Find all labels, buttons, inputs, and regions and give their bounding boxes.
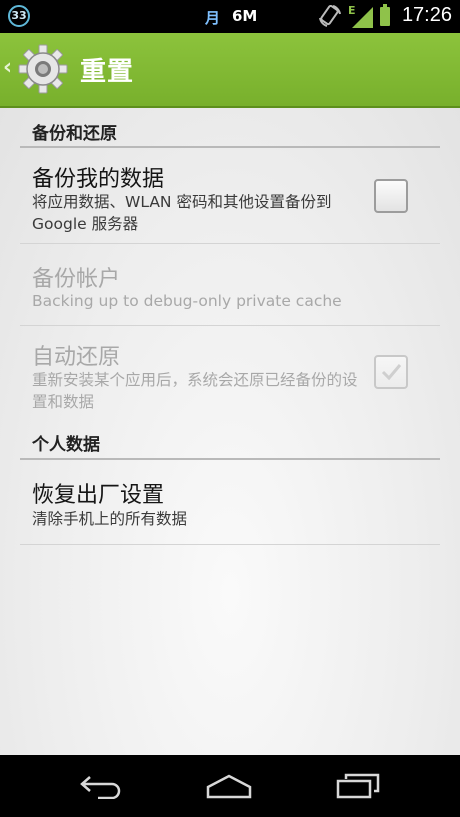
- navigation-bar: [0, 755, 460, 817]
- section-header-backup: 备份和还原: [32, 124, 117, 144]
- section-divider: [20, 146, 440, 148]
- divider: [20, 325, 440, 326]
- item-title: 备份帐户: [32, 267, 121, 292]
- item-subtitle: 清除手机上的所有数据: [32, 510, 188, 528]
- item-subtitle: 将应用数据、WLAN 密码和其他设置备份到 Google 服务器: [32, 193, 332, 233]
- action-bar: ‹ 重置: [0, 33, 460, 108]
- section-divider: [20, 458, 440, 460]
- item-title: 自动还原: [32, 345, 121, 370]
- rotate-icon: [319, 4, 341, 27]
- auto-restore-checkbox: [374, 355, 408, 389]
- gear-icon[interactable]: [17, 43, 69, 95]
- back-icon[interactable]: [78, 773, 126, 799]
- divider: [20, 243, 440, 244]
- backup-data-checkbox[interactable]: [374, 179, 408, 213]
- calendar-icon: 月: [205, 9, 221, 27]
- recent-apps-icon[interactable]: [334, 773, 382, 799]
- checkmark-icon: [381, 364, 402, 381]
- settings-list: 备份和还原 备份我的数据 将应用数据、WLAN 密码和其他设置备份到 Googl…: [0, 108, 460, 755]
- section-header-personal-data: 个人数据: [32, 435, 100, 455]
- item-subtitle: 重新安装某个应用后，系统会还原已经备份的设置和数据: [32, 371, 358, 411]
- item-title: 恢复出厂设置: [32, 483, 165, 508]
- page-title: 重置: [80, 57, 135, 87]
- status-bar: 33 月 6M E 17:26: [0, 0, 460, 33]
- clock: 17:26: [401, 4, 452, 26]
- item-subtitle: Backing up to debug-only private cache: [32, 292, 342, 310]
- signal-icon: E: [348, 4, 373, 28]
- item-title: 备份我的数据: [32, 167, 165, 192]
- divider: [20, 544, 440, 545]
- home-icon[interactable]: [205, 773, 253, 799]
- battery-icon: [380, 4, 390, 26]
- network-type-label: E: [348, 4, 356, 17]
- notification-count-icon: 33: [8, 5, 30, 27]
- data-usage-indicator: 6M: [232, 7, 258, 25]
- up-navigation-icon[interactable]: ‹: [3, 55, 12, 80]
